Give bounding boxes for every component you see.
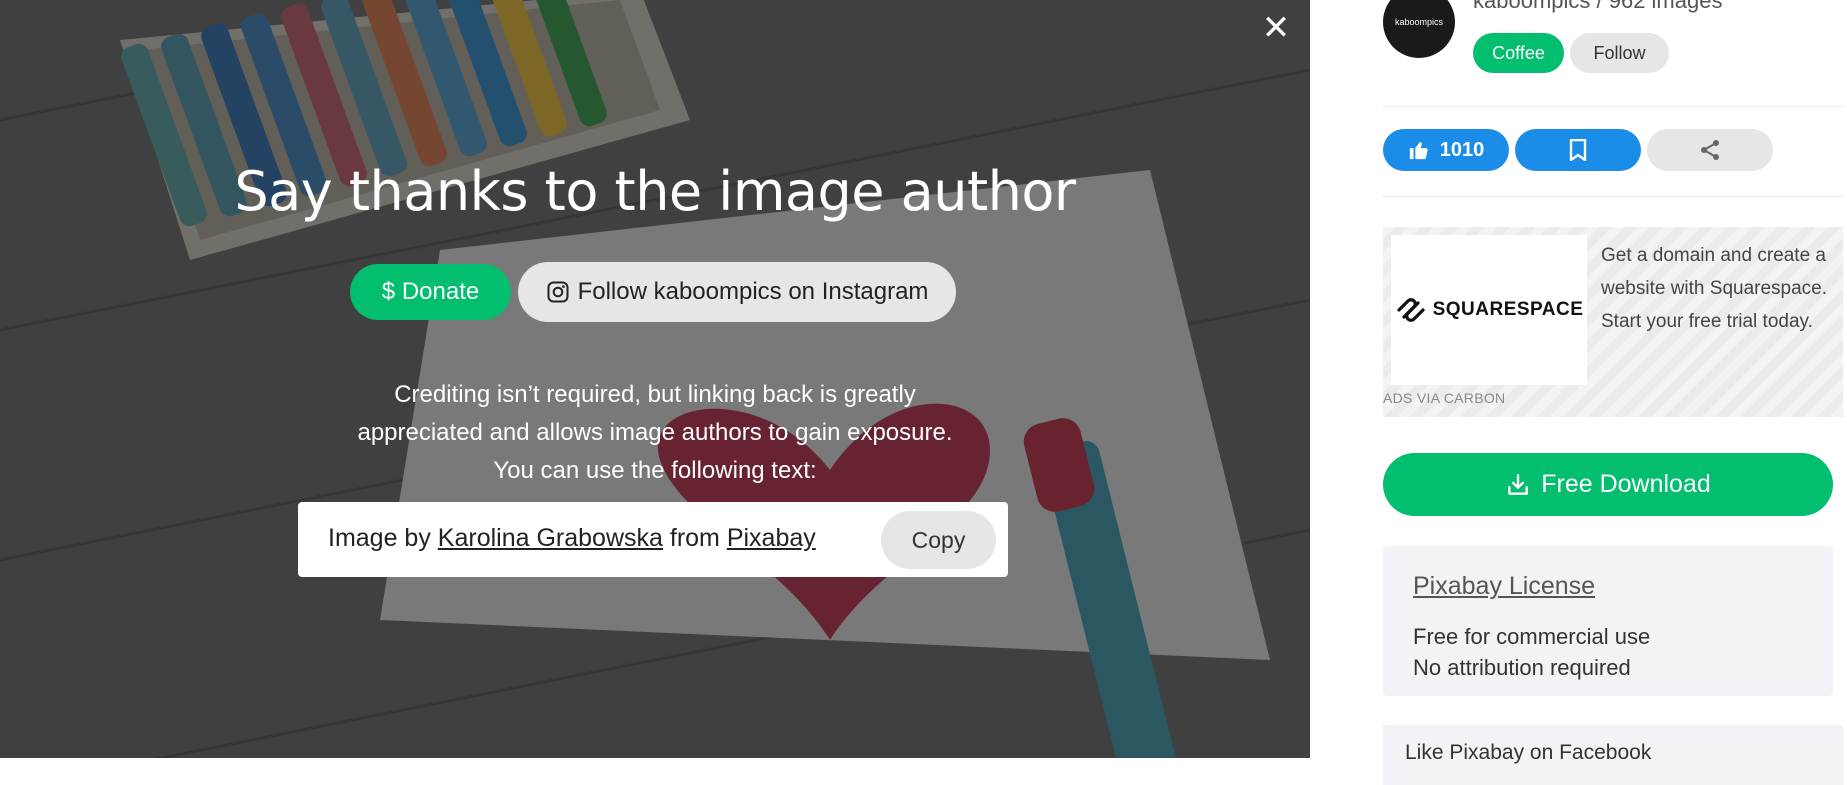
author-line[interactable]: kaboompics / 962 images — [1473, 0, 1722, 14]
credit-text-line: You can use the following text: — [493, 457, 817, 484]
follow-button[interactable]: Follow — [1570, 33, 1669, 73]
coffee-button[interactable]: Coffee — [1473, 33, 1564, 73]
ads-via-carbon-link[interactable]: ADS VIA CARBON — [1383, 390, 1505, 406]
divider — [1383, 106, 1843, 107]
share-button[interactable] — [1647, 129, 1773, 171]
author-link[interactable]: Karolina Grabowska — [438, 524, 663, 552]
credit-prefix: Image by — [328, 524, 431, 552]
donate-button[interactable]: $ Donate — [350, 264, 511, 320]
instagram-icon — [547, 281, 569, 303]
avatar[interactable]: kaboompics — [1383, 0, 1455, 58]
license-line: Free for commercial use — [1413, 624, 1651, 649]
download-label: Free Download — [1541, 470, 1711, 498]
like-button[interactable]: 1010 — [1383, 129, 1509, 171]
ad-brand: SQUARESPACE — [1432, 299, 1584, 320]
credit-text-line: Crediting isn’t required, but linking ba… — [394, 381, 916, 408]
close-icon[interactable]: ✕ — [1258, 10, 1294, 46]
modal-heading: Say thanks to the image author — [234, 160, 1076, 223]
pixabay-link[interactable]: Pixabay — [727, 524, 816, 552]
bookmark-icon — [1569, 139, 1587, 161]
credit-snippet-box: Image by Karolina Grabowska from Pixabay… — [298, 502, 1008, 577]
divider — [1383, 196, 1843, 197]
credit-instructions: Crediting isn’t required, but linking ba… — [300, 376, 1010, 490]
credit-middle: from — [669, 524, 720, 552]
download-icon — [1508, 473, 1529, 495]
license-line: No attribution required — [1413, 655, 1631, 680]
instagram-label: Follow kaboompics on Instagram — [577, 278, 929, 305]
follow-instagram-button[interactable]: Follow kaboompics on Instagram — [518, 262, 956, 322]
free-download-button[interactable]: Free Download — [1383, 453, 1833, 516]
ad-logo[interactable]: SQUARESPACE — [1391, 235, 1587, 385]
like-count: 1010 — [1439, 138, 1485, 161]
credit-snippet: Image by Karolina Grabowska from Pixabay — [328, 502, 816, 577]
sidebar: kaboompics kaboompics / 962 images Coffe… — [1310, 0, 1847, 785]
carbon-ad: SQUARESPACE Get a domain and create a we… — [1383, 227, 1843, 417]
bookmark-button[interactable] — [1515, 129, 1641, 171]
facebook-box: Like Pixabay on Facebook — [1383, 725, 1843, 785]
license-link[interactable]: Pixabay License — [1413, 572, 1595, 601]
credit-text-line: appreciated and allows image authors to … — [357, 419, 953, 446]
ad-text[interactable]: Get a domain and create a website with S… — [1601, 239, 1841, 338]
license-box: Pixabay License Free for commercial use … — [1383, 546, 1833, 696]
facebook-like-label[interactable]: Like Pixabay on Facebook — [1405, 741, 1651, 765]
copy-button[interactable]: Copy — [881, 511, 996, 569]
share-icon — [1701, 140, 1719, 160]
squarespace-logo-icon — [1396, 298, 1425, 322]
thumbs-up-icon — [1409, 141, 1428, 160]
